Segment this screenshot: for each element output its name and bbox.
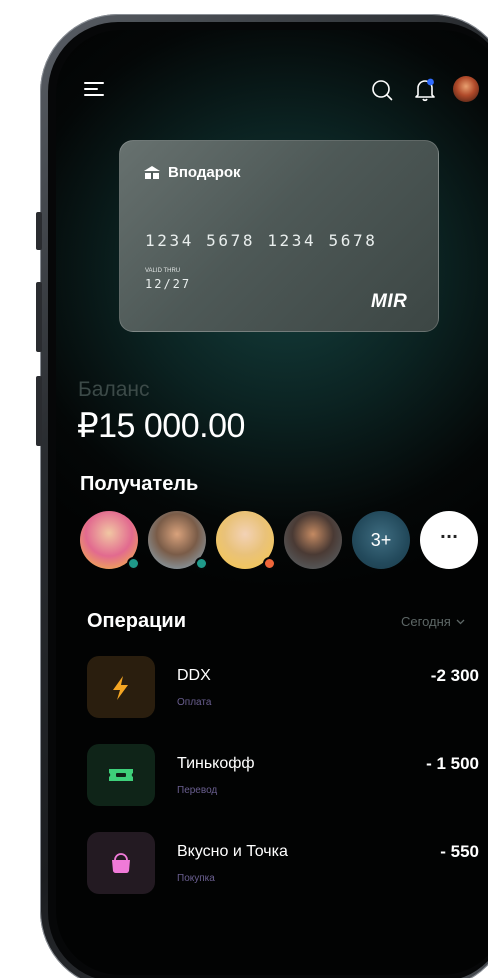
operation-type: Перевод (177, 785, 218, 796)
chevron-down-icon (456, 619, 465, 624)
status-dot (127, 557, 140, 570)
operation-type: Оплата (177, 697, 212, 708)
operation-row[interactable]: Вкусно и Точка Покупка - 550 (87, 832, 479, 894)
operation-amount: - 550 (440, 842, 479, 861)
operation-amount: -2 300 (430, 666, 479, 685)
date-filter-label: Сегодня (401, 614, 451, 629)
operation-name: Тинькофф (177, 755, 255, 772)
recipient-avatar[interactable] (284, 511, 342, 569)
operation-name: Вкусно и Точка (177, 843, 288, 860)
more-recipients-button[interactable]: ··· (420, 511, 478, 569)
card-brand: Вподарок (144, 164, 241, 181)
search-icon (372, 80, 393, 101)
bag-icon (112, 853, 130, 874)
profile-avatar[interactable] (453, 76, 479, 102)
phone-volume-up (36, 282, 42, 352)
operation-icon-tile (87, 832, 155, 894)
phone-side-button (36, 212, 42, 250)
ticket-icon (109, 769, 133, 781)
recipient-avatar[interactable] (80, 511, 140, 570)
card-valid-label: VALID THRU (145, 268, 181, 274)
bell-icon (415, 78, 435, 102)
operation-amount: - 1 500 (426, 754, 479, 773)
operation-name: DDX (177, 667, 211, 684)
recipients-title: Получатель (80, 473, 199, 495)
card-payment-logo: MIR (371, 291, 408, 312)
more-recipients-count: 3+ (370, 530, 392, 550)
notifications-button[interactable] (413, 77, 437, 103)
operation-icon-tile (87, 744, 155, 806)
card-number: 1234 5678 1234 5678 (145, 231, 378, 250)
recipient-avatar[interactable] (216, 511, 276, 570)
balance-amount: ₽15 000.00 (77, 407, 245, 445)
search-button[interactable] (370, 78, 394, 102)
operations-date-filter[interactable]: Сегодня (401, 614, 465, 629)
more-recipients-avatar[interactable]: 3+ (352, 511, 410, 569)
operations-title: Операции (87, 610, 186, 632)
recipient-avatar[interactable] (148, 511, 208, 570)
operation-icon-tile (87, 656, 155, 718)
balance-label: Баланс (78, 378, 150, 401)
operation-row[interactable]: Тинькофф Перевод - 1 500 (87, 744, 479, 806)
lightning-icon (113, 676, 128, 700)
card-valid-date: 12/27 (145, 277, 192, 291)
phone-volume-down (36, 376, 42, 446)
gift-card[interactable]: Вподарок 1234 5678 1234 5678 VALID THRU … (119, 140, 439, 332)
operation-type: Покупка (177, 873, 215, 884)
notification-dot (427, 78, 434, 86)
status-dot (263, 557, 276, 570)
card-brand-name: Вподарок (168, 164, 241, 181)
gift-icon (144, 166, 160, 179)
menu-button[interactable] (84, 82, 104, 96)
operation-row[interactable]: DDX Оплата -2 300 (87, 656, 479, 718)
status-dot (195, 557, 208, 570)
